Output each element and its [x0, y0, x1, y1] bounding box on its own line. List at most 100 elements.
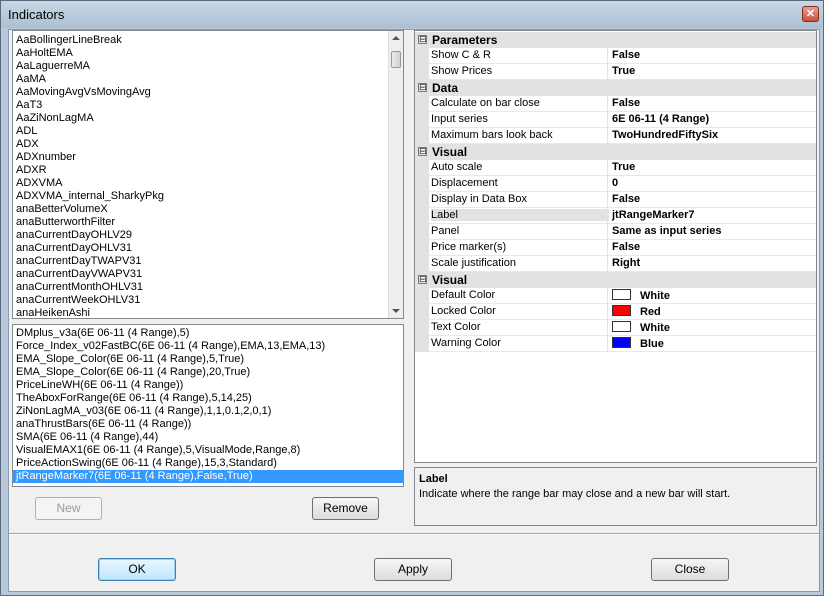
scroll-thumb[interactable]: [391, 51, 401, 68]
list-item[interactable]: jtRangeMarker7(6E 06-11 (4 Range),False,…: [13, 470, 403, 483]
color-name: Red: [640, 306, 661, 318]
property-value[interactable]: False: [612, 241, 640, 253]
ok-button[interactable]: OK: [98, 558, 176, 581]
list-item[interactable]: TheAboxForRange(6E 06-11 (4 Range),5,14,…: [13, 392, 403, 405]
property-grid[interactable]: ⊟ Parameters Show C & R False Show Prices Tru…: [414, 30, 817, 463]
property-row[interactable]: Locked Color Red: [415, 304, 816, 320]
property-value[interactable]: True: [612, 161, 635, 173]
collapse-icon[interactable]: ⊟: [418, 147, 427, 156]
property-value[interactable]: Same as input series: [612, 225, 721, 237]
property-row[interactable]: Show Prices True: [415, 64, 816, 80]
property-row[interactable]: Price marker(s) False: [415, 240, 816, 256]
property-row[interactable]: Display in Data Box False: [415, 192, 816, 208]
property-row[interactable]: Label jtRangeMarker7: [415, 208, 816, 224]
list-item[interactable]: anaThrustBars(6E 06-11 (4 Range)): [13, 418, 403, 431]
remove-button[interactable]: Remove: [312, 497, 379, 520]
list-item[interactable]: Force_Index_v02FastBC(6E 06-11 (4 Range)…: [13, 340, 403, 353]
list-item[interactable]: EMA_Slope_Color(6E 06-11 (4 Range),20,Tr…: [13, 366, 403, 379]
property-value[interactable]: False: [612, 193, 640, 205]
list-item[interactable]: DMplus_v3a(6E 06-11 (4 Range),5): [13, 327, 403, 340]
list-item[interactable]: ADL: [13, 125, 403, 138]
list-item[interactable]: ADXR: [13, 164, 403, 177]
row-gutter: [415, 112, 429, 128]
list-item[interactable]: AaBollingerLineBreak: [13, 34, 403, 47]
list-item[interactable]: ADXVMA_internal_SharkyPkg: [13, 190, 403, 203]
property-row[interactable]: Displacement 0: [415, 176, 816, 192]
property-row[interactable]: Show C & R False: [415, 48, 816, 64]
list-item[interactable]: ZiNonLagMA_v03(6E 06-11 (4 Range),1,1,0.…: [13, 405, 403, 418]
property-row[interactable]: Panel Same as input series: [415, 224, 816, 240]
property-row[interactable]: Maximum bars look back TwoHundredFiftySix: [415, 128, 816, 144]
property-value[interactable]: 0: [612, 177, 618, 189]
list-item[interactable]: anaButterworthFilter: [13, 216, 403, 229]
property-value[interactable]: False: [612, 49, 640, 61]
list-item[interactable]: anaCurrentDayTWAPV31: [13, 255, 403, 268]
list-item[interactable]: anaHeikenAshi: [13, 307, 403, 318]
column-separator: [607, 128, 608, 144]
column-separator: [607, 64, 608, 80]
property-name: Warning Color: [431, 337, 501, 349]
new-button[interactable]: New: [35, 497, 102, 520]
scroll-down-icon[interactable]: [392, 309, 400, 313]
scroll-up-icon[interactable]: [392, 36, 400, 40]
property-row[interactable]: Text Color White: [415, 320, 816, 336]
description-title: Label: [419, 473, 448, 485]
property-value[interactable]: TwoHundredFiftySix: [612, 129, 718, 141]
list-item[interactable]: ADXnumber: [13, 151, 403, 164]
available-list-scrollbar[interactable]: [388, 31, 403, 318]
property-row[interactable]: Calculate on bar close False: [415, 96, 816, 112]
row-gutter: [415, 256, 429, 272]
property-row[interactable]: Scale justification Right: [415, 256, 816, 272]
list-item[interactable]: AaLaguerreMA: [13, 60, 403, 73]
apply-button[interactable]: Apply: [374, 558, 452, 581]
property-description-panel: Label Indicate where the range bar may c…: [414, 467, 817, 526]
collapse-icon[interactable]: ⊟: [418, 83, 427, 92]
collapse-icon[interactable]: ⊟: [418, 275, 427, 284]
list-item[interactable]: EMA_Slope_Color(6E 06-11 (4 Range),5,Tru…: [13, 353, 403, 366]
category-header[interactable]: ⊟ Parameters: [415, 32, 816, 48]
row-gutter: [415, 96, 429, 112]
list-item[interactable]: SMA(6E 06-11 (4 Range),44): [13, 431, 403, 444]
list-item[interactable]: anaBetterVolumeX: [13, 203, 403, 216]
category-header[interactable]: ⊟ Data: [415, 80, 816, 96]
list-item[interactable]: AaT3: [13, 99, 403, 112]
category-header[interactable]: ⊟ Visual: [415, 144, 816, 160]
list-item[interactable]: anaCurrentDayOHLV31: [13, 242, 403, 255]
list-item[interactable]: AaZiNonLagMA: [13, 112, 403, 125]
list-item[interactable]: VisualEMAX1(6E 06-11 (4 Range),5,VisualM…: [13, 444, 403, 457]
property-row[interactable]: Default Color White: [415, 288, 816, 304]
available-indicators-list[interactable]: AaBollingerLineBreak AaHoltEMA AaLaguerreM…: [12, 30, 404, 319]
list-item[interactable]: PriceLineWH(6E 06-11 (4 Range)): [13, 379, 403, 392]
list-item[interactable]: AaMovingAvgVsMovingAvg: [13, 86, 403, 99]
close-window-button[interactable]: ✕: [802, 6, 819, 22]
column-separator: [607, 208, 608, 224]
color-swatch: [612, 305, 631, 316]
window-title: Indicators: [8, 7, 65, 22]
property-value[interactable]: White: [612, 321, 670, 334]
property-row[interactable]: Auto scale True: [415, 160, 816, 176]
property-value[interactable]: White: [612, 289, 670, 302]
property-row[interactable]: Input series 6E 06-11 (4 Range): [415, 112, 816, 128]
list-item[interactable]: AaMA: [13, 73, 403, 86]
close-button[interactable]: Close: [651, 558, 729, 581]
property-row[interactable]: Warning Color Blue: [415, 336, 816, 352]
list-item[interactable]: anaCurrentDayVWAPV31: [13, 268, 403, 281]
property-value[interactable]: 6E 06-11 (4 Range): [612, 113, 709, 125]
category-header[interactable]: ⊟ Visual: [415, 272, 816, 288]
list-item[interactable]: ADX: [13, 138, 403, 151]
list-item[interactable]: ADXVMA: [13, 177, 403, 190]
collapse-icon[interactable]: ⊟: [418, 35, 427, 44]
list-item[interactable]: anaCurrentWeekOHLV31: [13, 294, 403, 307]
list-item[interactable]: PriceActionSwing(6E 06-11 (4 Range),15,3…: [13, 457, 403, 470]
property-value[interactable]: Blue: [612, 337, 664, 350]
list-item[interactable]: anaCurrentDayOHLV29: [13, 229, 403, 242]
property-value[interactable]: True: [612, 65, 635, 77]
title-bar[interactable]: Indicators ✕: [1, 1, 823, 28]
applied-indicators-list[interactable]: DMplus_v3a(6E 06-11 (4 Range),5) Force_In…: [12, 324, 404, 487]
property-value[interactable]: False: [612, 97, 640, 109]
list-item[interactable]: anaCurrentMonthOHLV31: [13, 281, 403, 294]
property-value[interactable]: jtRangeMarker7: [612, 209, 695, 221]
list-item[interactable]: AaHoltEMA: [13, 47, 403, 60]
property-value[interactable]: Red: [612, 305, 661, 318]
property-value[interactable]: Right: [612, 257, 640, 269]
